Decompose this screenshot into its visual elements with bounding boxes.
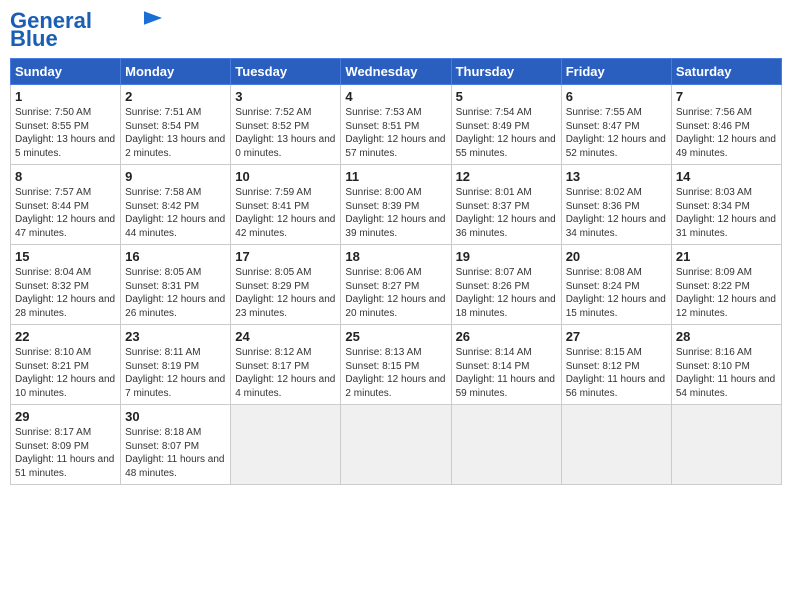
weekday-header: Friday	[561, 59, 671, 85]
logo: General Blue	[10, 10, 162, 50]
calendar-cell: 14Sunrise: 8:03 AMSunset: 8:34 PMDayligh…	[671, 165, 781, 245]
calendar-cell: 28Sunrise: 8:16 AMSunset: 8:10 PMDayligh…	[671, 325, 781, 405]
weekday-header: Thursday	[451, 59, 561, 85]
logo-icon	[144, 11, 162, 25]
calendar-cell: 18Sunrise: 8:06 AMSunset: 8:27 PMDayligh…	[341, 245, 451, 325]
calendar-cell: 13Sunrise: 8:02 AMSunset: 8:36 PMDayligh…	[561, 165, 671, 245]
calendar-cell: 3Sunrise: 7:52 AMSunset: 8:52 PMDaylight…	[231, 85, 341, 165]
calendar-cell: 6Sunrise: 7:55 AMSunset: 8:47 PMDaylight…	[561, 85, 671, 165]
calendar-cell: 23Sunrise: 8:11 AMSunset: 8:19 PMDayligh…	[121, 325, 231, 405]
calendar-cell: 1Sunrise: 7:50 AMSunset: 8:55 PMDaylight…	[11, 85, 121, 165]
calendar-cell: 20Sunrise: 8:08 AMSunset: 8:24 PMDayligh…	[561, 245, 671, 325]
calendar-cell: 9Sunrise: 7:58 AMSunset: 8:42 PMDaylight…	[121, 165, 231, 245]
calendar-cell: 26Sunrise: 8:14 AMSunset: 8:14 PMDayligh…	[451, 325, 561, 405]
calendar-cell: 17Sunrise: 8:05 AMSunset: 8:29 PMDayligh…	[231, 245, 341, 325]
calendar-cell: 5Sunrise: 7:54 AMSunset: 8:49 PMDaylight…	[451, 85, 561, 165]
calendar-cell: 15Sunrise: 8:04 AMSunset: 8:32 PMDayligh…	[11, 245, 121, 325]
calendar-cell	[561, 405, 671, 485]
calendar-cell: 19Sunrise: 8:07 AMSunset: 8:26 PMDayligh…	[451, 245, 561, 325]
weekday-header: Tuesday	[231, 59, 341, 85]
page-header: General Blue	[10, 10, 782, 50]
calendar-cell: 25Sunrise: 8:13 AMSunset: 8:15 PMDayligh…	[341, 325, 451, 405]
calendar-cell: 4Sunrise: 7:53 AMSunset: 8:51 PMDaylight…	[341, 85, 451, 165]
calendar-cell: 2Sunrise: 7:51 AMSunset: 8:54 PMDaylight…	[121, 85, 231, 165]
weekday-header: Saturday	[671, 59, 781, 85]
calendar-cell: 22Sunrise: 8:10 AMSunset: 8:21 PMDayligh…	[11, 325, 121, 405]
calendar-cell: 30Sunrise: 8:18 AMSunset: 8:07 PMDayligh…	[121, 405, 231, 485]
weekday-header: Wednesday	[341, 59, 451, 85]
calendar-cell	[671, 405, 781, 485]
calendar-cell	[341, 405, 451, 485]
calendar-cell: 12Sunrise: 8:01 AMSunset: 8:37 PMDayligh…	[451, 165, 561, 245]
weekday-header: Monday	[121, 59, 231, 85]
calendar-cell: 11Sunrise: 8:00 AMSunset: 8:39 PMDayligh…	[341, 165, 451, 245]
calendar-cell: 24Sunrise: 8:12 AMSunset: 8:17 PMDayligh…	[231, 325, 341, 405]
calendar-cell: 10Sunrise: 7:59 AMSunset: 8:41 PMDayligh…	[231, 165, 341, 245]
calendar-cell: 29Sunrise: 8:17 AMSunset: 8:09 PMDayligh…	[11, 405, 121, 485]
weekday-header: Sunday	[11, 59, 121, 85]
calendar-cell: 27Sunrise: 8:15 AMSunset: 8:12 PMDayligh…	[561, 325, 671, 405]
calendar-cell: 16Sunrise: 8:05 AMSunset: 8:31 PMDayligh…	[121, 245, 231, 325]
calendar-cell: 21Sunrise: 8:09 AMSunset: 8:22 PMDayligh…	[671, 245, 781, 325]
calendar-cell: 8Sunrise: 7:57 AMSunset: 8:44 PMDaylight…	[11, 165, 121, 245]
calendar-cell	[451, 405, 561, 485]
logo-blue: Blue	[10, 28, 58, 50]
calendar-cell: 7Sunrise: 7:56 AMSunset: 8:46 PMDaylight…	[671, 85, 781, 165]
calendar-cell	[231, 405, 341, 485]
calendar-table: SundayMondayTuesdayWednesdayThursdayFrid…	[10, 58, 782, 485]
